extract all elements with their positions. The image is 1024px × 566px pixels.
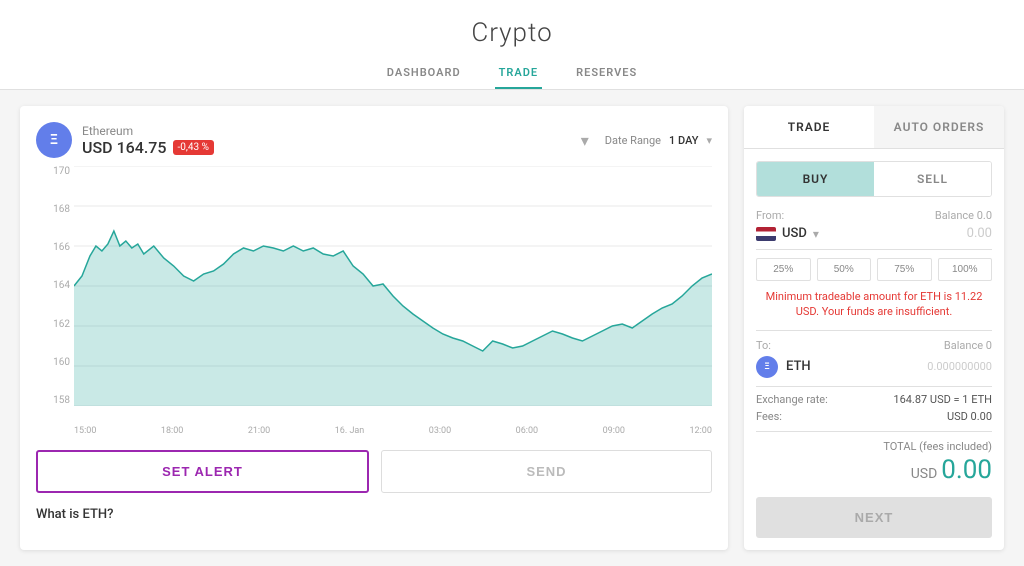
- pct-25-button[interactable]: 25%: [756, 258, 811, 281]
- chart-y-labels: 170 168 166 164 162 160 158: [36, 166, 74, 406]
- app-title: Crypto: [0, 18, 1024, 48]
- y-label-5: 160: [36, 357, 70, 368]
- x-label-3: 16. Jan: [335, 426, 365, 436]
- tab-trade-right[interactable]: TRADE: [744, 106, 874, 149]
- eth-coin-name: ETH: [786, 359, 811, 374]
- eth-icon: Ξ: [756, 356, 778, 378]
- x-label-6: 09:00: [603, 426, 625, 436]
- pct-100-button[interactable]: 100%: [938, 258, 993, 281]
- eth-logo: Ξ: [36, 122, 72, 158]
- total-label: TOTAL (fees included): [756, 440, 992, 453]
- set-alert-button[interactable]: SET ALERT: [36, 450, 369, 493]
- right-panel: TRADE AUTO ORDERS BUY SELL From: Balance…: [744, 106, 1004, 550]
- eth-amount: 0.000000000: [927, 360, 992, 373]
- balance-label: Balance 0.0: [935, 209, 992, 222]
- tab-buy[interactable]: BUY: [757, 162, 874, 196]
- currency-amount: 0.00: [967, 226, 992, 241]
- to-row: To: Balance 0: [756, 339, 992, 352]
- x-label-2: 21:00: [248, 426, 270, 436]
- to-section: To: Balance 0 Ξ ETH 0.000000000: [756, 330, 992, 378]
- what-is-label: What is ETH?: [36, 507, 712, 522]
- tab-trade[interactable]: TRADE: [495, 58, 542, 89]
- coin-info: Ξ Ethereum USD 164.75 -0,43 %: [36, 122, 214, 158]
- percent-buttons: 25% 50% 75% 100%: [756, 258, 992, 281]
- y-label-0: 170: [36, 166, 70, 177]
- from-label: From:: [756, 209, 784, 222]
- right-panel-tabs: TRADE AUTO ORDERS: [744, 106, 1004, 149]
- next-button[interactable]: NEXT: [756, 497, 992, 538]
- tab-sell[interactable]: SELL: [874, 162, 991, 196]
- chart-svg: [74, 166, 712, 406]
- x-label-4: 03:00: [429, 426, 451, 436]
- coin-price: USD 164.75: [82, 138, 167, 157]
- date-range-selector: Date Range 1 DAY ▾: [605, 134, 712, 147]
- price-change-badge: -0,43 %: [173, 140, 214, 155]
- to-label: To:: [756, 339, 771, 352]
- fees-value: USD 0.00: [947, 410, 992, 423]
- action-buttons: SET ALERT SEND: [36, 450, 712, 493]
- pct-50-button[interactable]: 50%: [817, 258, 872, 281]
- date-range-value: 1 DAY: [669, 134, 698, 147]
- nav-tabs: DASHBOARD TRADE RESERVES: [0, 58, 1024, 90]
- exchange-rate-label: Exchange rate:: [756, 393, 828, 406]
- x-label-1: 18:00: [161, 426, 183, 436]
- total-currency: USD: [911, 466, 938, 482]
- coin-header: Ξ Ethereum USD 164.75 -0,43 % ▾ Date Ran…: [36, 122, 712, 158]
- warning-message: Minimum tradeable amount for ETH is 11.2…: [756, 289, 992, 320]
- fees-row: Fees: USD 0.00: [756, 410, 992, 432]
- chart-container: 170 168 166 164 162 160 158: [36, 166, 712, 436]
- currency-name: USD: [782, 226, 807, 241]
- exchange-rate-row: Exchange rate: 164.87 USD = 1 ETH: [756, 386, 992, 406]
- usd-flag: [756, 227, 776, 241]
- pct-75-button[interactable]: 75%: [877, 258, 932, 281]
- main-content: Ξ Ethereum USD 164.75 -0,43 % ▾ Date Ran…: [0, 90, 1024, 566]
- trade-body: BUY SELL From: Balance 0.0 USD ▾ 0.00 25…: [744, 149, 1004, 550]
- chart-x-labels: 15:00 18:00 21:00 16. Jan 03:00 06:00 09…: [74, 408, 712, 436]
- fees-label: Fees:: [756, 410, 782, 423]
- total-value: USD0.00: [756, 455, 992, 485]
- coin-name: Ethereum: [82, 124, 214, 138]
- left-panel: Ξ Ethereum USD 164.75 -0,43 % ▾ Date Ran…: [20, 106, 728, 550]
- eth-selector: Ξ ETH 0.000000000: [756, 356, 992, 378]
- coin-details: Ethereum USD 164.75 -0,43 %: [82, 124, 214, 157]
- date-range-label: Date Range: [605, 134, 661, 147]
- app-header: Crypto DASHBOARD TRADE RESERVES: [0, 0, 1024, 90]
- coin-dropdown-arrow[interactable]: ▾: [581, 131, 589, 150]
- date-range-dropdown-arrow[interactable]: ▾: [706, 134, 712, 147]
- from-row: From: Balance 0.0: [756, 209, 992, 222]
- tab-dashboard[interactable]: DASHBOARD: [383, 58, 465, 89]
- buy-sell-tabs: BUY SELL: [756, 161, 992, 197]
- y-label-1: 168: [36, 204, 70, 215]
- tab-reserves[interactable]: RESERVES: [572, 58, 641, 89]
- y-label-2: 166: [36, 242, 70, 253]
- x-label-0: 15:00: [74, 426, 96, 436]
- send-button[interactable]: SEND: [381, 450, 712, 493]
- y-label-3: 164: [36, 280, 70, 291]
- x-label-5: 06:00: [516, 426, 538, 436]
- x-label-7: 12:00: [689, 426, 711, 436]
- to-balance: Balance 0: [944, 339, 992, 352]
- currency-selector: USD ▾ 0.00: [756, 226, 992, 250]
- tab-auto-orders[interactable]: AUTO ORDERS: [874, 106, 1004, 149]
- y-label-4: 162: [36, 319, 70, 330]
- y-label-6: 158: [36, 395, 70, 406]
- total-row: TOTAL (fees included) USD0.00: [756, 440, 992, 485]
- total-amount: 0.00: [941, 455, 992, 485]
- exchange-rate-value: 164.87 USD = 1 ETH: [893, 393, 992, 406]
- currency-dropdown-arrow[interactable]: ▾: [813, 227, 819, 241]
